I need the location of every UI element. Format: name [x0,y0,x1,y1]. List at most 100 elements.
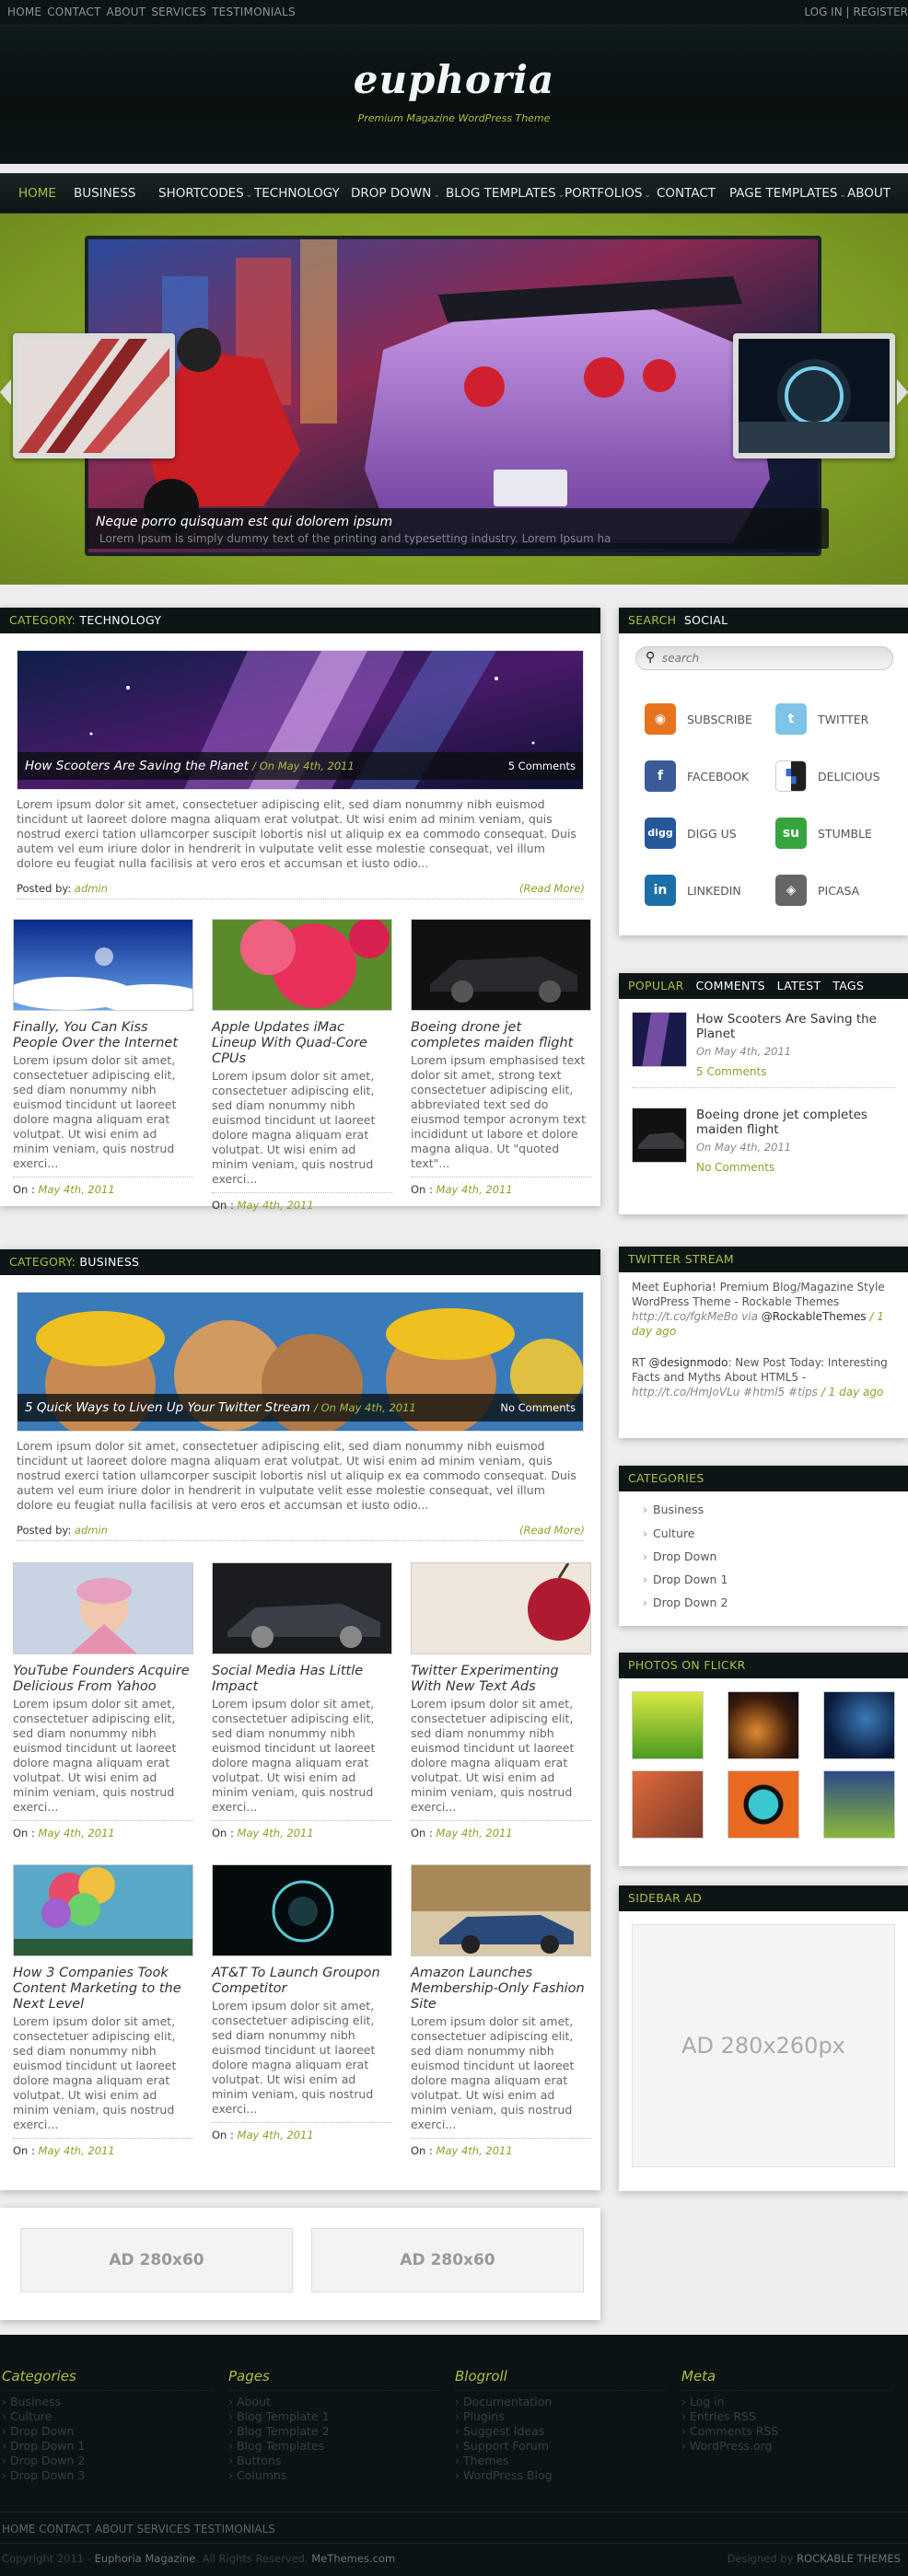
slider-next-arrow[interactable] [897,379,908,405]
footer-nav-home[interactable]: HOME [2,2523,35,2535]
site-logo[interactable]: euphoria [0,57,908,102]
menu-business[interactable]: BUSINESS [74,186,135,201]
read-more-link[interactable]: (Read More) [519,882,585,895]
post-image[interactable] [13,1864,193,1956]
top-nav-testimonials[interactable]: TESTIMONIALS [212,6,296,18]
author-link[interactable]: admin [75,1524,108,1537]
footer-link[interactable]: Support Forum [455,2439,667,2454]
footer-link[interactable]: Documentation [455,2395,667,2409]
tab-comments[interactable]: COMMENTS [695,979,764,992]
post-title[interactable]: Social Media Has Little Impact [212,1664,392,1695]
tweet-user[interactable]: @RockableThemes [762,1310,867,1323]
post-image[interactable] [13,1562,193,1654]
popular-title[interactable]: How Scooters Are Saving the Planet [696,1012,894,1041]
author-link[interactable]: admin [75,882,108,895]
slider-prev-arrow[interactable] [0,379,11,405]
read-more-link[interactable]: (Read More) [519,1524,585,1537]
popular-comments[interactable]: No Comments [696,1161,774,1174]
ad-banner-1[interactable]: AD 280x60 [20,2228,293,2292]
flickr-photo[interactable] [632,1691,704,1759]
post-title[interactable]: Apple Updates iMac Lineup With Quad-Core… [212,1020,392,1067]
post-title[interactable]: Finally, You Can Kiss People Over the In… [13,1020,193,1051]
post-title[interactable]: Amazon Launches Membership-Only Fashion … [411,1966,591,2013]
footer-link[interactable]: Suggest Ideas [455,2424,667,2439]
post-image[interactable] [411,1562,591,1654]
category-name[interactable]: BUSINESS [79,1255,139,1269]
menu-about[interactable]: ABOUT [847,186,891,201]
category-name[interactable]: TECHNOLOGY [79,613,161,627]
menu-page-templates[interactable]: PAGE TEMPLATES ⌄ [729,186,846,201]
flickr-photo[interactable] [823,1770,895,1839]
featured-post-image[interactable]: 5 Quick Ways to Liven Up Your Twitter St… [17,1292,584,1432]
login-link[interactable]: LOG IN [804,6,842,18]
slider-thumb-prev[interactable] [13,333,175,458]
top-nav-home[interactable]: HOME [7,6,41,18]
menu-portfolios[interactable]: PORTFOLIOS ⌄ [565,186,651,201]
post-title[interactable]: Boeing drone jet completes maiden flight [411,1020,591,1051]
post-image[interactable] [212,1864,392,1956]
footer-link[interactable]: Drop Down 1 [2,2439,214,2454]
footer-link[interactable]: WordPress.org [681,2439,893,2454]
post-title[interactable]: Twitter Experimenting With New Text Ads [411,1664,591,1695]
top-nav-contact[interactable]: CONTACT [47,6,100,18]
tab-popular[interactable]: POPULAR [628,979,684,992]
post-title[interactable]: How 3 Companies Took Content Marketing t… [13,1966,193,2013]
footer-link[interactable]: Drop Down [2,2424,214,2439]
menu-blog-templates[interactable]: BLOG TEMPLATES ⌄ [446,186,565,201]
ad-banner-2[interactable]: AD 280x60 [311,2228,584,2292]
post-title[interactable]: AT&T To Launch Groupon Competitor [212,1966,392,1997]
post-image[interactable] [212,1562,392,1654]
popular-title[interactable]: Boeing drone jet completes maiden flight [696,1108,894,1137]
popular-thumb[interactable] [632,1012,687,1067]
flickr-photo[interactable] [728,1770,799,1839]
menu-shortcodes[interactable]: SHORTCODES ⌄ [158,186,252,201]
post-image[interactable] [411,919,591,1011]
tweet-user[interactable]: @designmodo [649,1356,728,1369]
flickr-photo[interactable] [632,1770,704,1839]
flickr-photo[interactable] [823,1691,895,1759]
footer-nav-contact[interactable]: CONTACT [39,2523,91,2535]
footer-link[interactable]: Log in [681,2395,893,2409]
post-title[interactable]: YouTube Founders Acquire Delicious From … [13,1664,193,1695]
category-link[interactable]: Drop Down 2 [643,1595,728,1609]
footer-link[interactable]: Plugins [455,2409,667,2424]
footer-link[interactable]: Drop Down 3 [2,2468,214,2483]
tab-tags[interactable]: TAGS [832,979,864,992]
featured-post-title[interactable]: 5 Quick Ways to Liven Up Your Twitter St… [25,1400,310,1415]
category-link[interactable]: Business [643,1503,704,1516]
footer-link[interactable]: Culture [2,2409,214,2424]
menu-home[interactable]: HOME [18,186,56,201]
tab-social[interactable]: SOCIAL [684,613,728,627]
category-link[interactable]: Culture [643,1526,695,1540]
register-link[interactable]: REGISTER [853,6,908,18]
search-icon[interactable]: ⚲ [646,650,655,665]
popular-thumb[interactable] [632,1108,687,1163]
menu-contact[interactable]: CONTACT [657,186,716,201]
slide-caption-title[interactable]: Neque porro quisquam est qui dolorem ips… [96,515,392,529]
tab-search[interactable]: SEARCH [628,613,676,627]
search-input[interactable] [662,650,883,667]
top-nav-services[interactable]: SERVICES [151,6,206,18]
menu-drop-down[interactable]: DROP DOWN ⌄ [351,186,440,201]
slider-thumb-next[interactable] [733,333,895,458]
copyright-by[interactable]: MeThemes.com [311,2552,395,2565]
category-link[interactable]: Drop Down [643,1549,716,1563]
footer-nav-services[interactable]: SERVICES [137,2523,191,2535]
popular-comments[interactable]: 5 Comments [696,1065,767,1078]
featured-post-image[interactable]: How Scooters Are Saving the Planet / On … [17,650,584,790]
featured-post-comments[interactable]: No Comments [500,1401,576,1414]
footer-link[interactable]: Blog Templates [228,2439,440,2454]
footer-link[interactable]: Buttons [228,2454,440,2468]
post-image[interactable] [13,919,193,1011]
tweet-link[interactable]: http://t.co/HmJoVLu #html5 #tips [632,1386,818,1398]
menu-technology[interactable]: TECHNOLOGY [254,186,340,201]
footer-link[interactable]: Business [2,2395,214,2409]
copyright-brand[interactable]: Euphoria Magazine [95,2552,196,2565]
footer-link[interactable]: WordPress Blog [455,2468,667,2483]
featured-post-title[interactable]: How Scooters Are Saving the Planet [25,759,249,773]
footer-link[interactable]: Themes [455,2454,667,2468]
footer-nav-testimonials[interactable]: TESTIMONIALS [194,2523,275,2535]
footer-link[interactable]: Drop Down 2 [2,2454,214,2468]
post-image[interactable] [212,919,392,1011]
footer-link[interactable]: Entries RSS [681,2409,893,2424]
